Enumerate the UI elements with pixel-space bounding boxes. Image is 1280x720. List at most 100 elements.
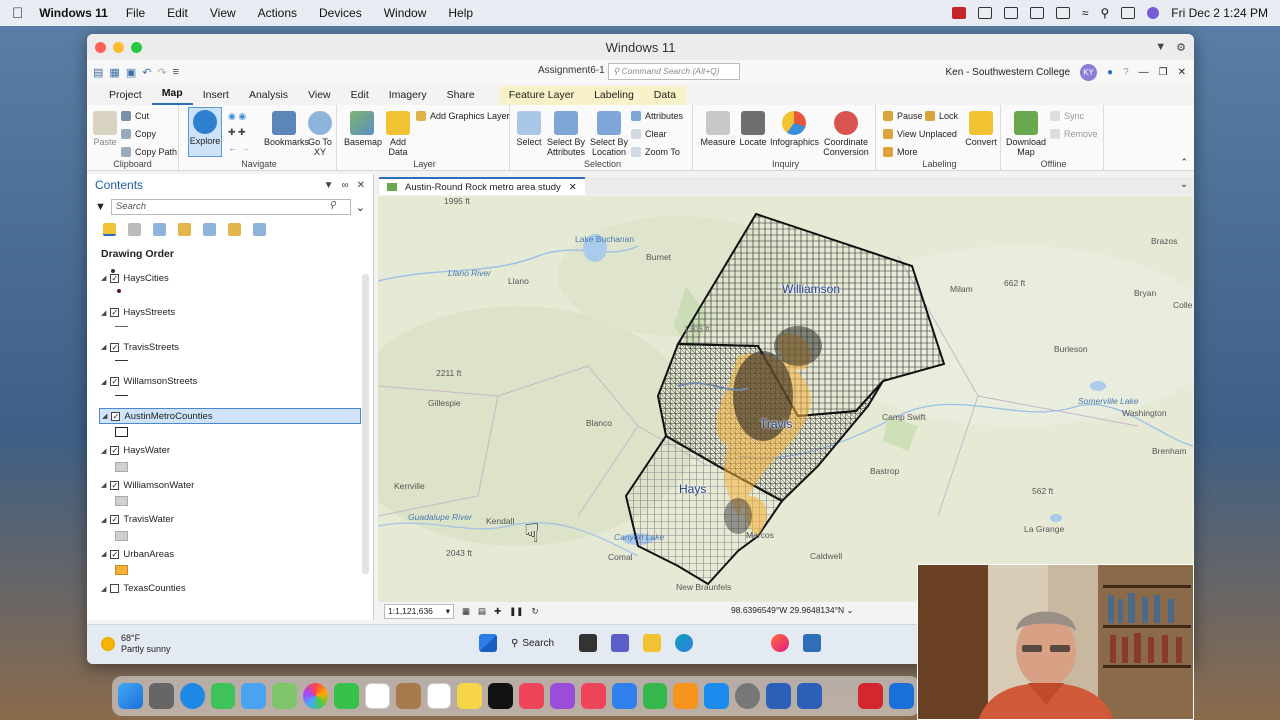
clock[interactable]: Fri Dec 2 1:24 PM xyxy=(1171,6,1268,20)
expand-icon[interactable]: ◢ xyxy=(101,378,106,386)
layer-willamsonstreets[interactable]: ◢ ✓ WillamsonStreets xyxy=(99,374,361,409)
expand-icon[interactable]: ◢ xyxy=(101,481,106,489)
close-pane-icon[interactable]: ✕ xyxy=(357,180,365,191)
acrobat-icon[interactable] xyxy=(858,683,884,709)
tab-edit[interactable]: Edit xyxy=(341,86,379,105)
tab-labeling[interactable]: Labeling xyxy=(584,86,644,105)
go-to-xy-button[interactable]: Go To XY xyxy=(306,111,334,157)
paste-button[interactable]: Paste xyxy=(93,111,117,147)
explore-button[interactable]: Explore xyxy=(188,107,222,157)
layer-williamsonwater[interactable]: ◢ ✓ WilliamsonWater xyxy=(99,477,361,512)
collapse-ribbon-icon[interactable]: ⌃ xyxy=(1180,157,1188,168)
tab-analysis[interactable]: Analysis xyxy=(239,86,298,105)
mac-menu-window[interactable]: Window xyxy=(384,6,427,20)
photos-icon[interactable] xyxy=(303,683,328,709)
safari-icon[interactable] xyxy=(179,683,205,709)
layer-checkbox[interactable]: ✓ xyxy=(110,377,120,386)
list-by-selection-icon[interactable] xyxy=(153,223,166,236)
locate-button[interactable]: Locate xyxy=(738,111,768,147)
avatar[interactable]: KY xyxy=(1080,64,1098,81)
search-icon[interactable]: ⚲ xyxy=(329,200,336,211)
expand-icon[interactable]: ◢ xyxy=(101,274,106,282)
keynote-icon[interactable] xyxy=(611,683,637,709)
layer-traviswater[interactable]: ◢ ✓ TravisWater xyxy=(99,512,361,547)
layer-urbanareas[interactable]: ◢ ✓ UrbanAreas xyxy=(99,546,361,581)
pause-button[interactable]: Pause xyxy=(883,111,923,121)
pause-drawing-icon[interactable]: ❚❚ xyxy=(509,606,523,617)
filter-icon[interactable]: ▼ xyxy=(95,201,106,213)
open-project-icon[interactable]: ▦ xyxy=(109,66,119,79)
app-store-icon[interactable] xyxy=(704,683,730,709)
tab-data[interactable]: Data xyxy=(643,86,686,105)
music-icon[interactable] xyxy=(519,683,544,709)
recording-icon[interactable] xyxy=(951,7,966,19)
file-explorer-icon[interactable] xyxy=(643,634,661,652)
copy-button[interactable]: Copy xyxy=(121,129,156,139)
windows-start-icon[interactable] xyxy=(479,634,497,652)
layer-travisstreets[interactable]: ◢ ✓ TravisStreets xyxy=(99,339,361,374)
download-map-button[interactable]: Download Map xyxy=(1006,111,1046,157)
layer-checkbox[interactable]: ✓ xyxy=(110,549,120,559)
layer-checkbox[interactable]: ✓ xyxy=(110,515,120,524)
mac-menu-actions[interactable]: Actions xyxy=(258,6,297,20)
tab-share[interactable]: Share xyxy=(437,86,485,105)
list-by-data-source-icon[interactable] xyxy=(128,223,141,236)
reminders-icon[interactable] xyxy=(426,683,452,709)
contents-scrollbar[interactable] xyxy=(362,274,369,574)
layer-austinmetrocounties[interactable]: ◢ ✓ AustinMetroCounties xyxy=(99,408,361,443)
layer-checkbox[interactable]: ✓ xyxy=(110,308,120,317)
table-icon[interactable]: ▤ xyxy=(478,606,486,617)
cut-button[interactable]: Cut xyxy=(121,111,149,121)
expand-icon[interactable]: ◢ xyxy=(101,343,106,351)
list-by-drawing-order-icon[interactable] xyxy=(103,223,116,236)
weather-widget[interactable]: 68°F Partly sunny xyxy=(101,633,171,655)
expand-icon[interactable]: ◢ xyxy=(101,550,106,558)
customize-icon[interactable]: ≡ xyxy=(173,66,179,79)
coordinate-conversion-button[interactable]: Coordinate Conversion xyxy=(820,111,872,157)
finder-icon[interactable] xyxy=(118,683,143,709)
map-view[interactable]: 1995 ft Lake Buchanan Burnet Llano River… xyxy=(378,196,1193,602)
restore-icon[interactable]: ❐ xyxy=(1159,67,1168,78)
mac-app-name[interactable]: Windows 11 xyxy=(39,6,108,20)
select-button[interactable]: Select xyxy=(515,111,543,147)
clear-button[interactable]: Clear xyxy=(631,129,667,139)
tab-map-view[interactable]: Austin-Round Rock metro area study ✕ xyxy=(379,177,585,195)
copy-path-button[interactable]: Copy Path xyxy=(121,147,177,157)
layer-checkbox[interactable]: ✓ xyxy=(110,446,120,455)
previous-extent-icon[interactable]: ← → xyxy=(228,143,250,153)
search-icon[interactable]: ⚲ xyxy=(1101,6,1110,20)
layer-checkbox[interactable]: ✓ xyxy=(110,273,120,283)
layer-checkbox[interactable]: ✓ xyxy=(111,411,121,421)
pages-icon[interactable] xyxy=(673,683,699,709)
layer-haysstreets[interactable]: ◢ ✓ HaysStreets xyxy=(99,305,361,340)
battery-icon[interactable] xyxy=(1055,7,1070,19)
layer-hayscities[interactable]: ◢ ✓ HaysCities xyxy=(99,270,361,305)
zoom-tools[interactable]: ◉ ◉ xyxy=(228,111,246,122)
new-project-icon[interactable]: ▤ xyxy=(93,66,103,79)
pane-options-icon[interactable]: ▼ xyxy=(324,180,334,191)
contacts-icon[interactable] xyxy=(395,683,421,709)
apple-icon[interactable]:  xyxy=(12,5,23,22)
display-icon[interactable] xyxy=(977,7,992,19)
taskbar-search-button[interactable]: ⚲ Search xyxy=(511,634,565,652)
expand-icon[interactable]: ◢ xyxy=(101,309,106,317)
mac-menu-edit[interactable]: Edit xyxy=(167,6,188,20)
news-icon[interactable] xyxy=(580,683,606,709)
wifi-icon[interactable]: ≈ xyxy=(1082,6,1089,20)
refresh-icon[interactable]: ↻ xyxy=(531,606,538,617)
firefox-icon[interactable] xyxy=(771,634,789,652)
remove-button[interactable]: Remove xyxy=(1050,129,1098,139)
add-data-button[interactable]: Add Data xyxy=(384,111,412,157)
expand-icon[interactable]: ◢ xyxy=(101,585,106,593)
select-by-attributes-button[interactable]: Select By Attributes xyxy=(545,111,587,157)
mac-menu-view[interactable]: View xyxy=(210,6,236,20)
system-settings-icon[interactable] xyxy=(735,683,760,709)
messages-icon[interactable] xyxy=(210,683,236,709)
screen-sharing-icon[interactable] xyxy=(796,683,822,709)
mac-menu-help[interactable]: Help xyxy=(448,6,473,20)
list-by-editing-icon[interactable] xyxy=(178,223,191,236)
mac-menu-file[interactable]: File xyxy=(126,6,145,20)
save-icon[interactable]: ▣ xyxy=(126,66,136,79)
apple-tv-icon[interactable] xyxy=(488,683,514,709)
facetime-icon[interactable] xyxy=(333,683,359,709)
